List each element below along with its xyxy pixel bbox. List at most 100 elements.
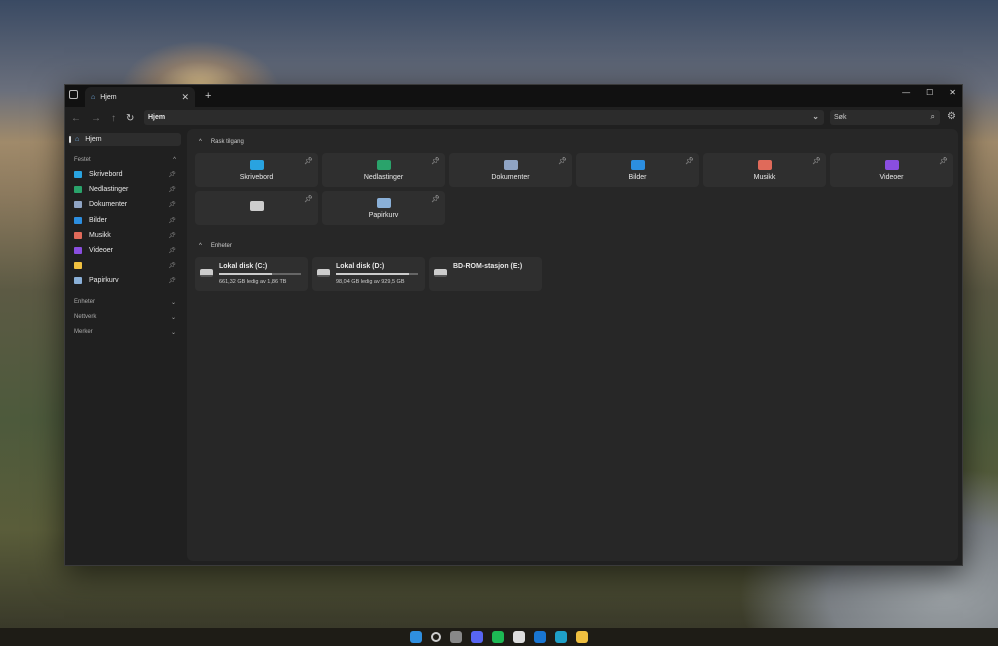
section-1[interactable]: Nettverk ⌄ [65, 310, 185, 325]
quick-access-header[interactable]: ^Rask tilgang [187, 135, 958, 149]
sidebar-item[interactable]: Musikk📌︎ [65, 228, 185, 243]
spotify-icon[interactable] [492, 631, 504, 643]
pin-icon[interactable]: 📌︎ [304, 157, 313, 165]
pin-icon[interactable]: 📌︎ [431, 195, 440, 203]
sidebar-item-label: Nedlastinger [89, 186, 128, 193]
pin-icon[interactable]: 📌︎ [168, 277, 176, 284]
chevron-down-icon: ⌄ [171, 299, 176, 306]
drive-name: Lokal disk (D:) [336, 263, 419, 270]
quick-access-item[interactable]: 📌︎Musikk [703, 153, 826, 187]
folder-icon [74, 247, 82, 254]
drive-icon [200, 269, 213, 277]
gear-icon[interactable]: ⚙ [947, 111, 956, 122]
search-icon: ⌕ [931, 112, 935, 122]
back-icon[interactable]: ← [71, 113, 81, 124]
sidebar-item[interactable]: Papirkurv📌︎ [65, 273, 185, 288]
section-label: Rask tilgang [211, 139, 244, 145]
section-2[interactable]: Merker⌄ [65, 325, 185, 340]
sidebar-item-label: Dokumenter [89, 201, 127, 208]
item-label: Skrivebord [240, 174, 273, 181]
section-pinned[interactable]: Festet ^ [65, 152, 185, 167]
devices-header[interactable]: ^Enheter [187, 239, 958, 253]
section-label: Enheter [74, 299, 95, 305]
maximize-button[interactable]: ☐ [926, 88, 933, 97]
item-label: Bilder [629, 174, 647, 181]
pin-icon[interactable]: 📌︎ [431, 157, 440, 165]
sidebar-toggle-icon[interactable] [69, 90, 78, 99]
quick-access-item[interactable]: 📌︎Papirkurv [322, 191, 445, 225]
quick-access-item[interactable]: 📌︎Nedlastinger [322, 153, 445, 187]
drive-name: Lokal disk (C:) [219, 263, 302, 270]
chevron-down-icon: ⌄ [171, 314, 176, 321]
refresh-icon[interactable]: ↻ [126, 113, 134, 124]
close-tab-icon[interactable]: ✕ [181, 92, 189, 103]
pin-icon[interactable]: 📌︎ [812, 157, 821, 165]
section-0[interactable]: Enheter ⌄ [65, 295, 185, 310]
item-label: Videoer [879, 174, 903, 181]
section-label: Nettverk [74, 314, 96, 320]
drive-item[interactable]: Lokal disk (C:)661,32 GB ledig av 1,86 T… [195, 257, 308, 291]
folder-icon [74, 262, 82, 269]
new-tab-button[interactable]: + [205, 90, 211, 102]
close-button[interactable]: ✕ [949, 88, 956, 97]
drive-item[interactable]: Lokal disk (D:)98,04 GB ledig av 929,5 G… [312, 257, 425, 291]
section-label: Festet [74, 157, 91, 163]
pin-icon[interactable]: 📌︎ [168, 262, 176, 269]
pin-icon[interactable]: 📌︎ [558, 157, 567, 165]
tab-home[interactable]: ⌂ Hjem ✕ [85, 87, 195, 107]
folder-icon [74, 201, 82, 208]
file-explorer-icon[interactable] [576, 631, 588, 643]
up-icon[interactable]: ↑ [111, 113, 116, 124]
quick-access-item[interactable]: 📌︎ [195, 191, 318, 225]
chevron-up-icon: ^ [173, 157, 176, 163]
sidebar-item[interactable]: 📌︎ [65, 258, 185, 273]
edge-icon[interactable] [555, 631, 567, 643]
folder-icon [74, 232, 82, 239]
home-icon: ⌂ [75, 136, 79, 143]
folder-icon [74, 217, 82, 224]
address-bar[interactable]: Hjem ⌄ [144, 110, 824, 125]
pin-icon[interactable]: 📌︎ [939, 157, 948, 165]
sidebar-item[interactable]: Bilder📌︎ [65, 213, 185, 228]
drive-item[interactable]: BD-ROM-stasjon (E:) [429, 257, 542, 291]
task-view-icon[interactable] [450, 631, 462, 643]
sidebar-item[interactable]: Nedlastinger 📌︎ [65, 182, 185, 197]
sidebar-item-home[interactable]: ⌂ Hjem [69, 133, 181, 146]
start-icon[interactable] [410, 631, 422, 643]
pin-icon[interactable]: 📌︎ [168, 171, 176, 178]
pin-icon[interactable]: 📌︎ [168, 217, 176, 224]
pin-icon[interactable]: 📌︎ [685, 157, 694, 165]
sidebar-item[interactable]: Dokumenter 📌︎ [65, 197, 185, 212]
minimize-button[interactable]: — [902, 88, 910, 97]
folder-icon [74, 171, 82, 178]
chevron-down-icon[interactable]: ⌄ [812, 112, 819, 121]
outlook-icon[interactable] [534, 631, 546, 643]
sidebar: ⌂ Hjem Festet ^ Skrivebord📌︎ Nedlastinger 📌︎… [65, 129, 185, 565]
home-icon: ⌂ [91, 94, 95, 101]
discord-icon[interactable] [471, 631, 483, 643]
drive-icon [317, 269, 330, 277]
folder-icon [74, 186, 82, 193]
store-icon[interactable] [513, 631, 525, 643]
sidebar-item[interactable]: Skrivebord📌︎ [65, 167, 185, 182]
search-icon[interactable] [431, 632, 441, 642]
pin-icon[interactable]: 📌︎ [304, 195, 313, 203]
folder-icon [377, 160, 391, 170]
sidebar-item[interactable]: Videoer📌︎ [65, 243, 185, 258]
search-input[interactable]: Søk⌕ [830, 110, 940, 125]
pin-icon[interactable]: 📌︎ [168, 201, 176, 208]
pin-icon[interactable]: 📌︎ [168, 232, 176, 239]
pin-icon[interactable]: 📌︎ [168, 186, 176, 193]
sidebar-item-label: Hjem [85, 136, 101, 143]
quick-access-item[interactable]: 📌︎ Skrivebord [195, 153, 318, 187]
address-path: Hjem [148, 114, 165, 121]
quick-access-item[interactable]: 📌︎ Bilder [576, 153, 699, 187]
forward-icon[interactable]: → [91, 113, 101, 124]
folder-icon [504, 160, 518, 170]
folder-icon [250, 160, 264, 170]
quick-access-item[interactable]: 📌︎Dokumenter [449, 153, 572, 187]
quick-access-item[interactable]: 📌︎ Videoer [830, 153, 953, 187]
pin-icon[interactable]: 📌︎ [168, 247, 176, 254]
content-area: ^Rask tilgang 📌︎ Skrivebord 📌︎Nedlastinger… [187, 129, 958, 561]
section-label: Merker [74, 329, 93, 335]
